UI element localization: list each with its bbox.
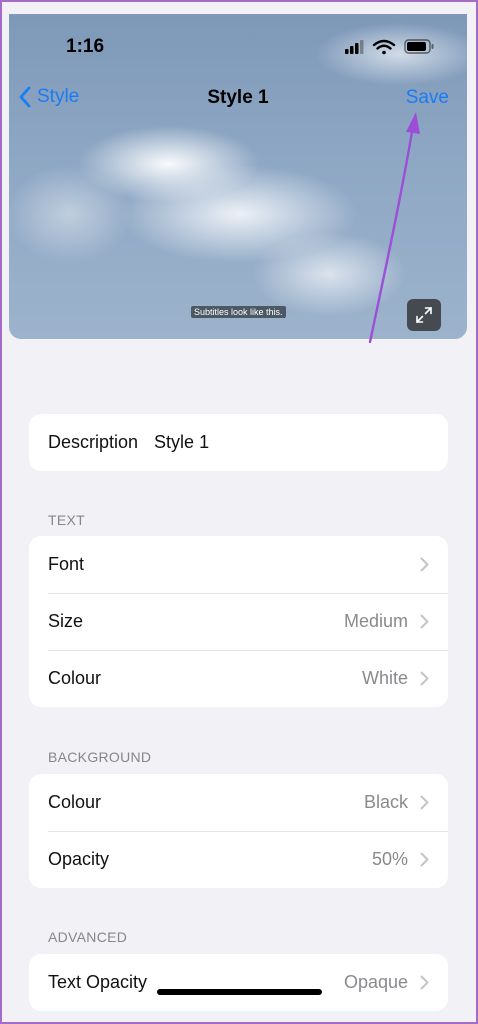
annotation-arrow	[368, 112, 420, 344]
screenshot-frame: 1:16 Style Style 1 Save Subtitles look l…	[0, 0, 478, 1024]
